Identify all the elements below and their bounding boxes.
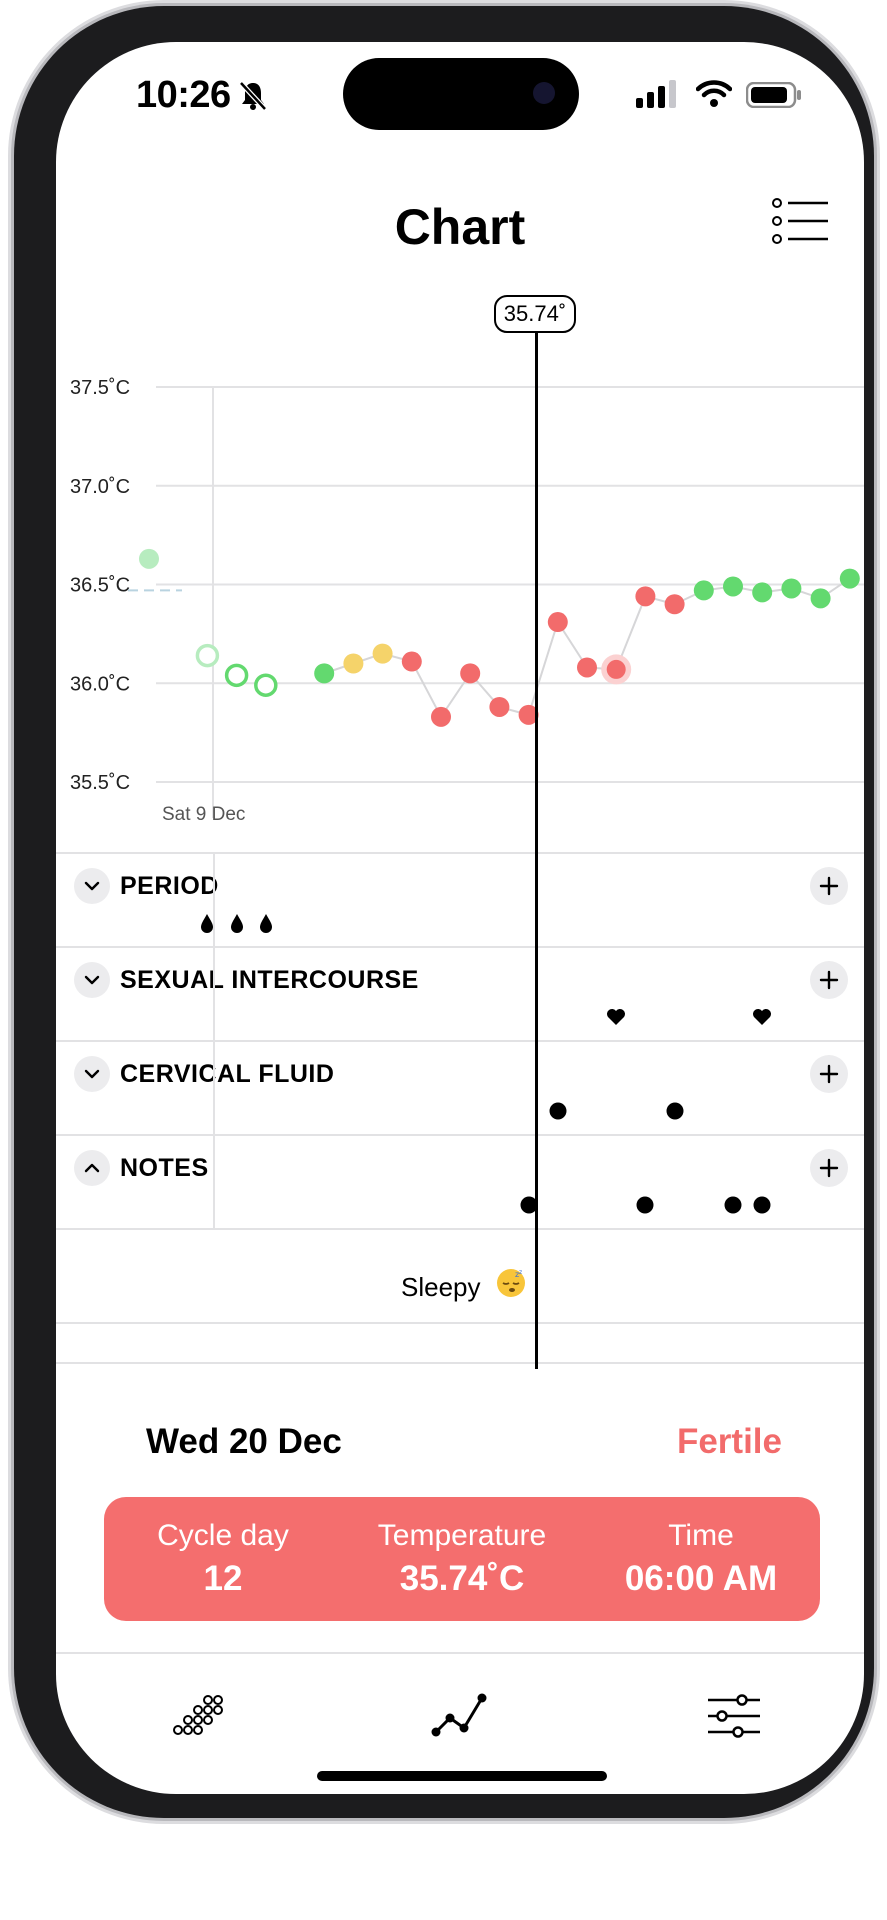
y-tick-label: 35.5˚C	[70, 772, 130, 794]
row-cervical-fluid: CERVICAL FLUID	[56, 1040, 864, 1136]
divider	[56, 1228, 864, 1230]
dot-marker	[724, 1196, 742, 1214]
add-icon[interactable]	[810, 867, 848, 905]
tab-bar	[56, 1660, 864, 1770]
row-sexual-intercourse: SEXUAL INTERCOURSE	[56, 946, 864, 1042]
temperature-point	[224, 663, 249, 688]
temperature-point	[431, 706, 451, 727]
row-label: SEXUAL INTERCOURSE	[120, 966, 419, 994]
temperature-point	[839, 568, 860, 589]
heart-icon	[753, 1009, 772, 1025]
temperature-point	[664, 594, 685, 615]
time-label: Time	[668, 1519, 734, 1552]
temperature-point	[606, 659, 626, 679]
temperature-label: Temperature	[377, 1519, 547, 1552]
svg-text:z: z	[519, 1269, 522, 1276]
row-notes: NOTES	[56, 1134, 864, 1230]
dot-marker	[666, 1102, 684, 1120]
temperature-point	[577, 657, 597, 678]
add-icon[interactable]	[810, 1149, 848, 1187]
temperature-point	[781, 578, 802, 599]
y-tick-label: 36.5˚C	[70, 575, 130, 597]
y-tick-label: 36.0˚C	[70, 673, 130, 695]
chevron-down-icon[interactable]	[74, 868, 110, 904]
temperature-point	[460, 663, 481, 684]
x-date-label: Sat 9 Dec	[162, 804, 245, 825]
temperature-chart[interactable]: 37.5˚C 37.0˚C 36.5˚C 36.0˚C 35.5˚C Sat 9 Dec	[56, 292, 864, 852]
list-menu-icon[interactable]	[772, 197, 830, 245]
add-icon[interactable]	[810, 1055, 848, 1093]
temperature-point	[195, 643, 220, 668]
chevron-up-icon[interactable]	[74, 1150, 110, 1186]
temperature-point	[139, 548, 159, 569]
status-time: 10:26	[136, 74, 231, 116]
cycle-day-label: Cycle day	[157, 1519, 289, 1552]
drop-icon	[259, 914, 272, 933]
note-text: Sleepy	[401, 1272, 481, 1302]
page-title: Chart	[394, 199, 526, 255]
dots-grid-icon[interactable]	[168, 1688, 228, 1748]
row-period: PERIOD	[56, 852, 864, 948]
temperature-point	[401, 651, 422, 672]
row-label: PERIOD	[120, 872, 219, 900]
temperature-point	[810, 588, 831, 609]
selected-value-bubble: 35.74˚	[494, 295, 576, 333]
chevron-down-icon[interactable]	[74, 962, 110, 998]
add-icon[interactable]	[810, 961, 848, 999]
y-tick-label: 37.0˚C	[70, 476, 130, 498]
chart-line-icon[interactable]	[430, 1688, 490, 1748]
temperature-point	[693, 580, 714, 601]
screen: 10:26 Chart 37.5˚C 37.0˚C 36.5˚C 36.0˚C …	[56, 42, 864, 1794]
row-label: CERVICAL FLUID	[120, 1060, 335, 1088]
dot-marker	[636, 1196, 654, 1214]
divider	[56, 1322, 864, 1324]
cycle-day-value: 12	[203, 1559, 243, 1598]
temperature-point	[254, 673, 278, 697]
tabbar-divider	[56, 1652, 864, 1654]
bell-slash-icon	[239, 81, 267, 111]
battery-icon	[746, 82, 801, 108]
dynamic-island	[343, 58, 579, 130]
home-indicator[interactable]	[317, 1771, 607, 1781]
sliders-icon[interactable]	[704, 1688, 764, 1748]
drop-icon	[201, 914, 214, 933]
temperature-point	[752, 582, 773, 603]
dot-marker	[549, 1102, 567, 1120]
heart-icon	[607, 1009, 626, 1025]
chevron-down-icon[interactable]	[74, 1056, 110, 1092]
temperature-point	[343, 653, 364, 674]
wifi-icon	[696, 80, 732, 107]
temperature-point	[723, 576, 743, 597]
temperature-point	[489, 696, 510, 717]
status-bar: 10:26	[56, 42, 864, 152]
time-value: 06:00 AM	[624, 1559, 778, 1598]
temperature-point	[635, 586, 656, 607]
drop-icon	[230, 914, 243, 933]
date-gridline	[213, 854, 215, 1230]
dot-marker	[753, 1196, 771, 1214]
device-frame: 10:26 Chart 37.5˚C 37.0˚C 36.5˚C 36.0˚C …	[14, 6, 874, 1818]
selected-date: Wed 20 Dec	[146, 1422, 342, 1461]
temperature-point	[314, 663, 335, 684]
fertility-status: Fertile	[676, 1422, 782, 1461]
sleepy-emoji-icon: z z	[497, 1269, 525, 1297]
y-tick-label: 37.5˚C	[70, 377, 130, 399]
divider	[56, 1362, 864, 1364]
temperature-point	[372, 643, 393, 664]
signal-icon	[636, 80, 676, 108]
temperature-line	[323, 577, 851, 719]
temperature-point	[547, 612, 568, 633]
camera-lens	[533, 82, 555, 104]
row-label: NOTES	[120, 1154, 209, 1182]
selected-day-cursor[interactable]	[535, 322, 538, 1369]
day-info-card[interactable]: Cycle day 12 Temperature 35.74˚C Time 06…	[104, 1497, 820, 1621]
temperature-value: 35.74˚C	[399, 1559, 525, 1598]
